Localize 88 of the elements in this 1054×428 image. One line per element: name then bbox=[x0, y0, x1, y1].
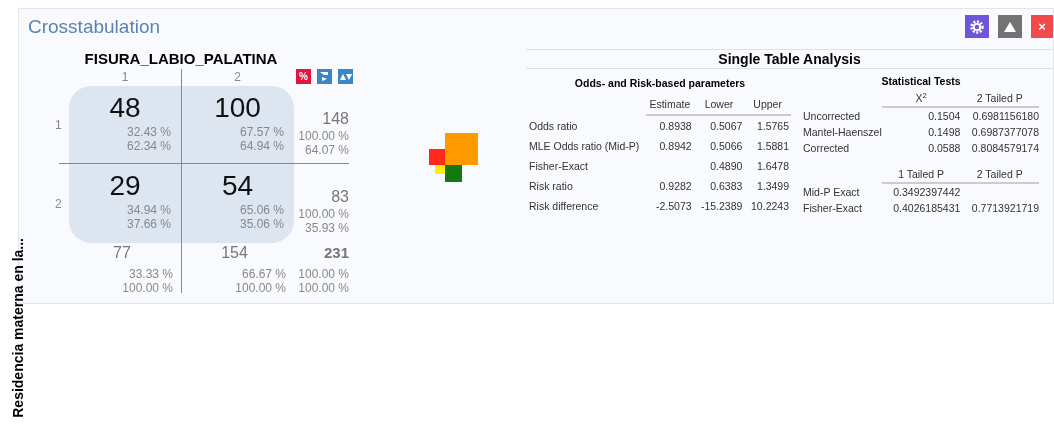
table-cell: 1.5881 bbox=[756, 140, 789, 153]
table-cell: 0.6987377078 bbox=[971, 126, 1039, 138]
column-percent: 100.00 % bbox=[298, 281, 349, 295]
row-percent: 100.00 % bbox=[298, 267, 349, 281]
table-cell: 0.3492397442 bbox=[893, 186, 961, 198]
row-percent: 65.06 % bbox=[239, 203, 285, 217]
row-percent: 67.57 % bbox=[239, 125, 285, 139]
settings-icon bbox=[969, 18, 985, 35]
table-cell: 0.8942 bbox=[659, 140, 692, 153]
logo-icon bbox=[429, 133, 478, 182]
table-cell: 10.2243 bbox=[751, 200, 789, 212]
row-total: 148 bbox=[322, 109, 349, 129]
settings-button[interactable] bbox=[965, 15, 989, 38]
column-percent: 37.66 % bbox=[126, 217, 172, 231]
column-header: 2 Tailed P bbox=[976, 168, 1023, 180]
table-title: Odds- and Risk-based parameters bbox=[574, 77, 746, 90]
collapse-button[interactable] bbox=[998, 15, 1022, 38]
triangle-up-icon bbox=[1004, 21, 1016, 32]
table-cell: 0.8938 bbox=[659, 120, 692, 133]
table-cell: 0.7713921719 bbox=[971, 202, 1039, 214]
column-header: 1 Tailed P bbox=[898, 168, 945, 180]
table-cell: 0.6383 bbox=[710, 180, 743, 193]
row-percent: 100.00 % bbox=[298, 207, 349, 221]
row-label: Risk ratio bbox=[529, 180, 573, 193]
row-label: Uncorrected bbox=[803, 109, 861, 122]
row-label: MLE Odds ratio (Mid-P) bbox=[529, 140, 640, 153]
row-label: Fisher-Exact bbox=[529, 160, 588, 173]
row-label: Risk difference bbox=[529, 200, 599, 212]
column-header: 2 Tailed P bbox=[976, 92, 1023, 104]
row-label: Mid-P Exact bbox=[803, 185, 860, 198]
column-header: X$^{2}$ bbox=[915, 92, 927, 104]
column-header: Upper bbox=[753, 98, 782, 111]
row-variable-label: Residencia materna en la... bbox=[9, 238, 27, 418]
grand-total: 231 bbox=[323, 243, 349, 263]
table-title: Statistical Tests bbox=[881, 75, 961, 87]
up-down-icon bbox=[339, 72, 352, 81]
table-cell: 0.4026185431 bbox=[893, 202, 961, 214]
table-cell: 0.5067 bbox=[710, 120, 743, 133]
sort-button[interactable] bbox=[338, 69, 353, 84]
table-cell: 0.0588 bbox=[928, 142, 961, 154]
column-header: 1 bbox=[121, 69, 129, 86]
column-header: 2 bbox=[234, 69, 241, 86]
row-percent: 66.67 % bbox=[241, 267, 287, 281]
row-percent: 33.33 % bbox=[128, 267, 174, 281]
column-header: Estimate bbox=[649, 98, 691, 111]
analysis-title: Single Table Analysis bbox=[526, 49, 1053, 69]
table-cell: 0.4890 bbox=[710, 160, 743, 173]
cell-count: 54 bbox=[221, 169, 254, 203]
cell-count: 29 bbox=[109, 169, 141, 203]
column-percent: 35.93 % bbox=[304, 221, 349, 235]
column-variable-label: FISURA_LABIO_PALATINA bbox=[83, 49, 279, 69]
table-cell: -2.5073 bbox=[656, 200, 692, 212]
table-cell: 0.5066 bbox=[710, 140, 743, 153]
column-percent: 64.07 % bbox=[304, 143, 349, 157]
column-total: 154 bbox=[221, 243, 248, 263]
percent-button[interactable]: % bbox=[296, 69, 311, 84]
row-label: Fisher-Exact bbox=[803, 202, 862, 214]
cell-count: 48 bbox=[109, 91, 141, 125]
cell-count: 100 bbox=[214, 91, 261, 125]
table-cell: -15.2389 bbox=[700, 200, 743, 212]
row-header: 2 bbox=[55, 195, 62, 213]
row-percent: 100.00 % bbox=[298, 129, 349, 143]
row-label: Odds ratio bbox=[529, 119, 578, 132]
swap-button[interactable] bbox=[317, 69, 332, 84]
column-percent: 100.00 % bbox=[122, 281, 174, 295]
table-cell: 0.1498 bbox=[928, 126, 961, 138]
arrow-icon bbox=[319, 71, 330, 82]
column-percent: 100.00 % bbox=[235, 281, 287, 295]
table-cell: 1.3499 bbox=[756, 180, 789, 193]
column-total: 77 bbox=[113, 243, 131, 263]
row-percent: 32.43 % bbox=[126, 125, 172, 139]
row-label: Mantel-Haenszel bbox=[803, 126, 882, 138]
row-label: Corrected bbox=[803, 142, 850, 154]
table-cell: 0.6981156180 bbox=[972, 110, 1039, 122]
column-percent: 62.34 % bbox=[126, 139, 172, 153]
row-header: 1 bbox=[55, 117, 62, 134]
column-percent: 64.94 % bbox=[239, 139, 285, 153]
close-button[interactable]: × bbox=[1031, 15, 1053, 38]
table-cell: 0.1504 bbox=[928, 110, 961, 122]
window-title: Crosstabulation bbox=[28, 15, 161, 39]
table-cell: 0.8084579174 bbox=[971, 142, 1039, 154]
column-header: Lower bbox=[704, 98, 734, 111]
column-percent: 35.06 % bbox=[239, 217, 285, 231]
table-cell: 0.9282 bbox=[659, 180, 692, 193]
table-cell: 1.6478 bbox=[756, 160, 789, 173]
table-cell: 1.5765 bbox=[756, 120, 789, 133]
row-total: 83 bbox=[331, 187, 349, 207]
row-percent: 34.94 % bbox=[126, 203, 172, 217]
